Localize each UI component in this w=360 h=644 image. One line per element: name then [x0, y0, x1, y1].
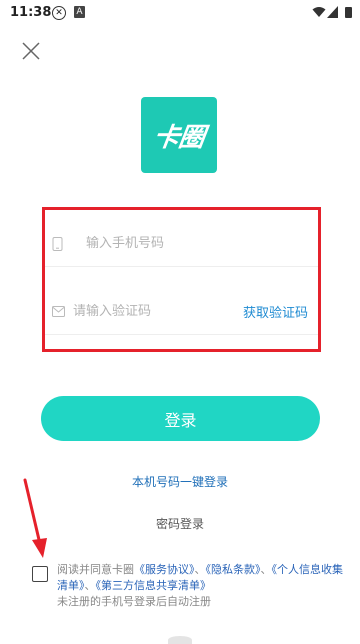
app-logo: 卡圈	[141, 97, 217, 173]
a-notification-icon: A	[74, 6, 85, 18]
wifi-icon	[312, 7, 326, 17]
agreement-separator: 、	[84, 579, 96, 592]
close-icon	[22, 42, 40, 60]
status-bar: 11:38 ✕ A	[0, 0, 360, 26]
one-click-login-link[interactable]: 本机号码一键登录	[0, 473, 360, 490]
signal-icon	[327, 6, 338, 18]
close-button[interactable]	[20, 40, 42, 62]
agreement-separator: 、	[194, 563, 206, 576]
logo-text: 卡圈	[151, 122, 206, 153]
agree-checkbox[interactable]	[32, 566, 48, 582]
agreement-separator: 、	[260, 563, 272, 576]
annotation-highlight-box	[42, 207, 321, 352]
x-circle-icon: ✕	[52, 6, 66, 20]
password-login-link[interactable]: 密码登录	[0, 515, 360, 532]
login-button[interactable]: 登录	[41, 396, 320, 441]
auto-register-note: 未注册的手机号登录后自动注册	[57, 595, 211, 608]
third-party-sharing-link[interactable]: 《第三方信息共享清单》	[96, 579, 212, 592]
agreement-prefix: 阅读并同意卡圈	[57, 563, 134, 576]
battery-icon	[345, 7, 352, 18]
annotation-arrow	[23, 478, 47, 558]
home-indicator	[168, 636, 192, 644]
status-time: 11:38	[10, 5, 52, 20]
agreement-text: 阅读并同意卡圈《服务协议》、《隐私条款》、《个人信息收集清单》、《第三方信息共享…	[57, 562, 347, 610]
service-agreement-link[interactable]: 《服务协议》	[134, 563, 195, 576]
privacy-terms-link[interactable]: 《隐私条款》	[206, 563, 261, 576]
